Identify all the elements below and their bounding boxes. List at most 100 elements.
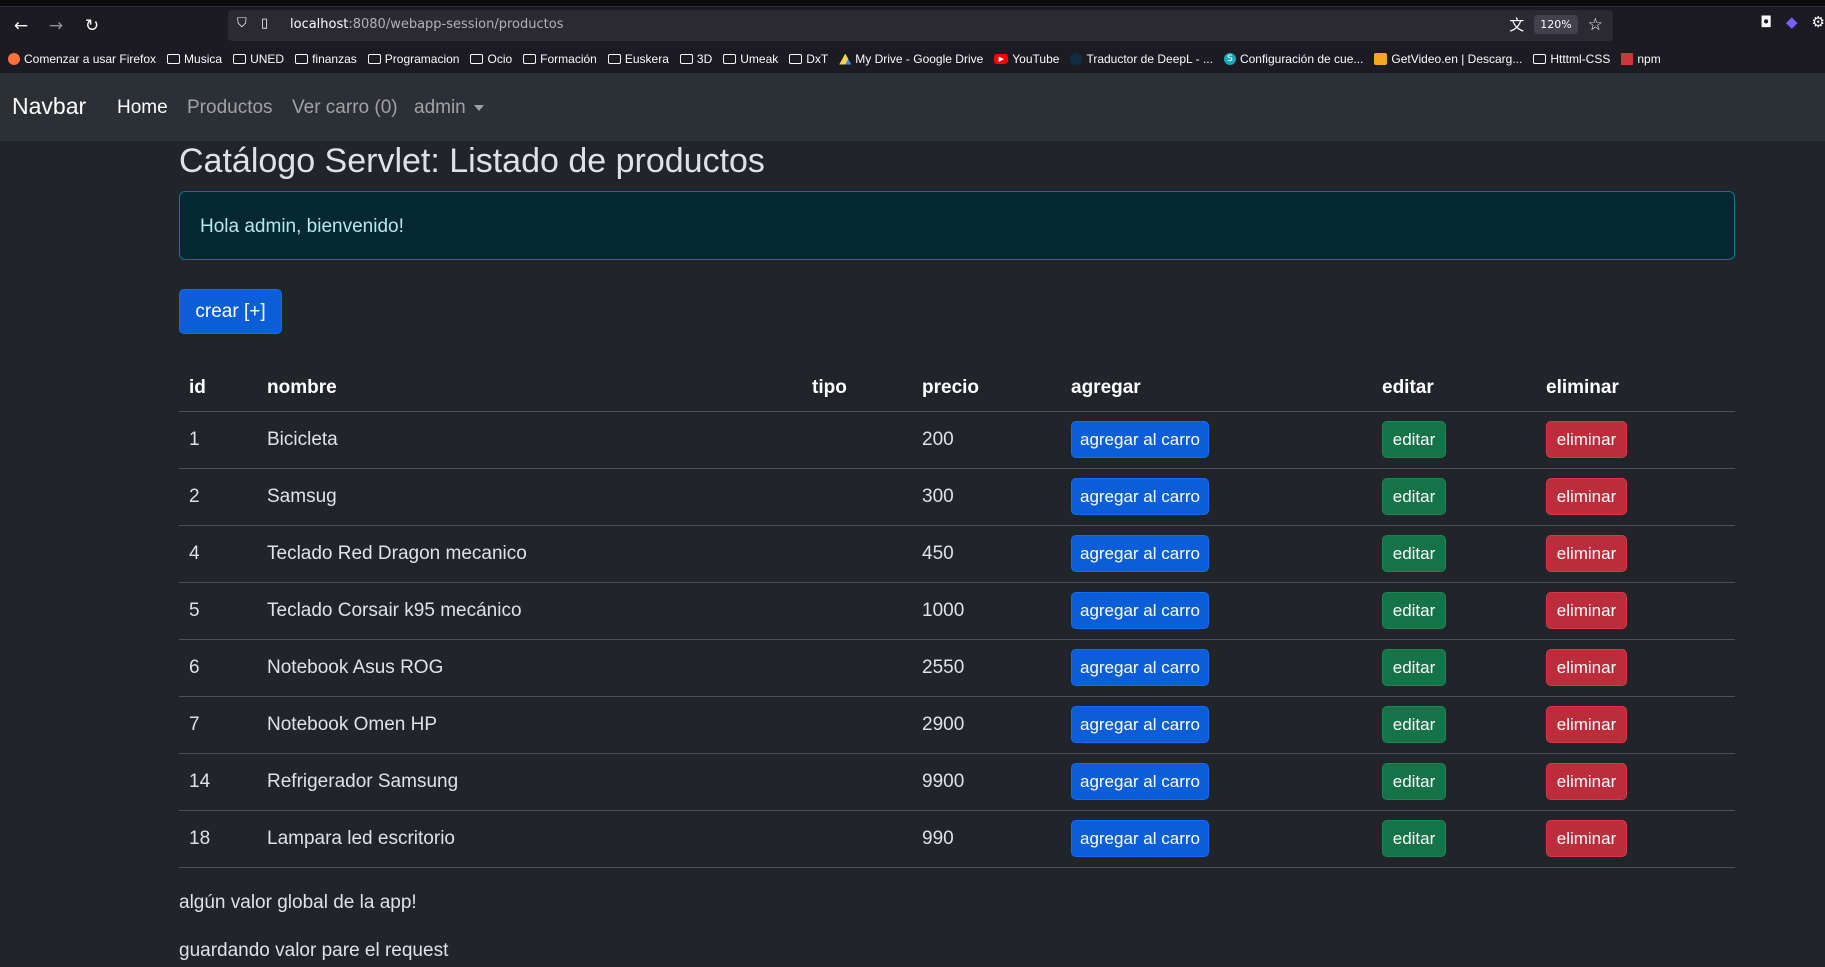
cell-eliminar: eliminar	[1536, 696, 1735, 754]
cell-editar: editar	[1372, 411, 1536, 469]
cell-precio: 1000	[912, 582, 1061, 640]
add-to-cart-button[interactable]: agregar al carro	[1071, 649, 1209, 686]
delete-button[interactable]: eliminar	[1546, 706, 1627, 743]
nav-productos[interactable]: Productos	[187, 97, 273, 119]
navbar-brand[interactable]: Navbar	[12, 93, 86, 120]
edit-button[interactable]: editar	[1382, 535, 1446, 572]
cell-nombre: Bicicleta	[257, 411, 802, 469]
folder-icon	[679, 54, 693, 64]
add-to-cart-button[interactable]: agregar al carro	[1071, 763, 1209, 800]
delete-button[interactable]: eliminar	[1546, 820, 1627, 857]
edit-button[interactable]: editar	[1382, 763, 1446, 800]
getvideo-icon	[1374, 53, 1388, 65]
add-to-cart-button[interactable]: agregar al carro	[1071, 592, 1209, 629]
cell-editar: editar	[1372, 468, 1536, 526]
table-row: 5 Teclado Corsair k95 mecánico 1000 agregar…	[179, 582, 1735, 640]
back-arrow-icon[interactable]: ←	[7, 12, 35, 40]
folder-icon	[233, 54, 247, 64]
delete-button[interactable]: eliminar	[1546, 763, 1627, 800]
edit-button[interactable]: editar	[1382, 820, 1446, 857]
bookmark-item[interactable]: finanzas	[295, 52, 357, 66]
cell-editar: editar	[1372, 639, 1536, 697]
bookmark-item[interactable]: Traductor de DeepL - ...	[1070, 52, 1213, 66]
nav-home[interactable]: Home	[117, 97, 168, 119]
forward-arrow-icon[interactable]: →	[42, 12, 70, 40]
bookmark-item[interactable]: UNED	[233, 52, 284, 66]
cell-agregar: agregar al carro	[1061, 525, 1372, 583]
caret-down-icon	[473, 104, 484, 111]
bookmark-item[interactable]: Programacion	[367, 52, 459, 66]
bookmark-item[interactable]: Comenzar a usar Firefox	[8, 52, 156, 66]
bookmark-item[interactable]: Umeak	[723, 52, 778, 66]
reload-icon[interactable]: ↻	[78, 12, 106, 40]
cell-precio: 300	[912, 468, 1061, 526]
pocket-icon[interactable]: ◘	[1760, 13, 1772, 31]
extension-icon[interactable]: ◆	[1786, 13, 1798, 31]
cell-precio: 2900	[912, 696, 1061, 754]
nav-user-label: admin	[414, 97, 466, 118]
page-icon[interactable]: ▯	[261, 16, 268, 31]
edit-button[interactable]: editar	[1382, 478, 1446, 515]
url-text[interactable]: localhost:8080/webapp-session/productos	[290, 17, 563, 32]
edit-button[interactable]: editar	[1382, 649, 1446, 686]
cell-tipo	[802, 753, 912, 811]
zoom-level[interactable]: 120%	[1534, 15, 1578, 34]
bookmark-star-icon[interactable]: ☆	[1588, 15, 1603, 35]
bookmark-item[interactable]: Musica	[167, 52, 222, 66]
products-table: id nombre tipo precio agregar editar eli…	[179, 366, 1735, 868]
cell-tipo	[802, 582, 912, 640]
col-header-tipo: tipo	[802, 366, 912, 412]
cell-id: 6	[179, 639, 257, 697]
delete-button[interactable]: eliminar	[1546, 421, 1627, 458]
col-header-eliminar: eliminar	[1536, 366, 1735, 412]
bookmark-item[interactable]: DxT	[789, 52, 828, 66]
folder-icon	[723, 54, 737, 64]
delete-button[interactable]: eliminar	[1546, 535, 1627, 572]
cell-nombre: Teclado Red Dragon mecanico	[257, 525, 802, 583]
bookmark-item[interactable]: GetVideo.en | Descarg...	[1374, 52, 1522, 66]
delete-button[interactable]: eliminar	[1546, 478, 1627, 515]
translate-icon[interactable]: 文	[1509, 14, 1524, 35]
bookmark-label: My Drive - Google Drive	[855, 52, 984, 66]
bookmark-item[interactable]: My Drive - Google Drive	[839, 52, 983, 66]
delete-button[interactable]: eliminar	[1546, 592, 1627, 629]
col-header-precio: precio	[912, 366, 1061, 412]
folder-icon	[295, 54, 309, 64]
global-value-text: algún valor global de la app!	[179, 892, 417, 913]
edit-button[interactable]: editar	[1382, 421, 1446, 458]
edit-button[interactable]: editar	[1382, 592, 1446, 629]
cell-id: 2	[179, 468, 257, 526]
nav-ver-carro[interactable]: Ver carro (0)	[292, 97, 398, 119]
bookmark-item[interactable]: ▶ YouTube	[994, 52, 1059, 66]
add-to-cart-button[interactable]: agregar al carro	[1071, 820, 1209, 857]
url-bar[interactable]: ⛉ ▯ localhost:8080/webapp-session/produc…	[228, 10, 1613, 41]
add-to-cart-button[interactable]: agregar al carro	[1071, 421, 1209, 458]
add-to-cart-button[interactable]: agregar al carro	[1071, 478, 1209, 515]
cell-precio: 9900	[912, 753, 1061, 811]
cell-precio: 990	[912, 810, 1061, 868]
bookmark-label: Traductor de DeepL - ...	[1086, 52, 1213, 66]
bookmark-label: UNED	[250, 52, 285, 66]
cell-agregar: agregar al carro	[1061, 639, 1372, 697]
shield-icon[interactable]: ⛉	[237, 16, 247, 31]
bookmark-item[interactable]: 3D	[679, 52, 712, 66]
bookmark-item[interactable]: Ocio	[470, 52, 512, 66]
add-to-cart-button[interactable]: agregar al carro	[1071, 706, 1209, 743]
bookmark-item[interactable]: Euskera	[607, 52, 669, 66]
bookmark-label: Htttml-CSS	[1550, 52, 1611, 66]
bookmark-label: Musica	[184, 52, 223, 66]
delete-button[interactable]: eliminar	[1546, 649, 1627, 686]
bookmark-item[interactable]: npm	[1621, 52, 1661, 66]
create-button[interactable]: crear [+]	[179, 289, 282, 334]
bookmark-item[interactable]: Formación	[523, 52, 597, 66]
bookmark-item[interactable]: Htttml-CSS	[1533, 52, 1610, 66]
nav-user-dropdown[interactable]: admin	[414, 97, 484, 119]
bookmark-item[interactable]: S Configuración de cue...	[1223, 52, 1363, 66]
folder-icon	[167, 54, 181, 64]
add-to-cart-button[interactable]: agregar al carro	[1071, 535, 1209, 572]
settings-gear-icon[interactable]: ⚙	[1812, 13, 1825, 31]
cell-tipo	[802, 468, 912, 526]
edit-button[interactable]: editar	[1382, 706, 1446, 743]
folder-icon	[1533, 54, 1547, 64]
cell-editar: editar	[1372, 582, 1536, 640]
